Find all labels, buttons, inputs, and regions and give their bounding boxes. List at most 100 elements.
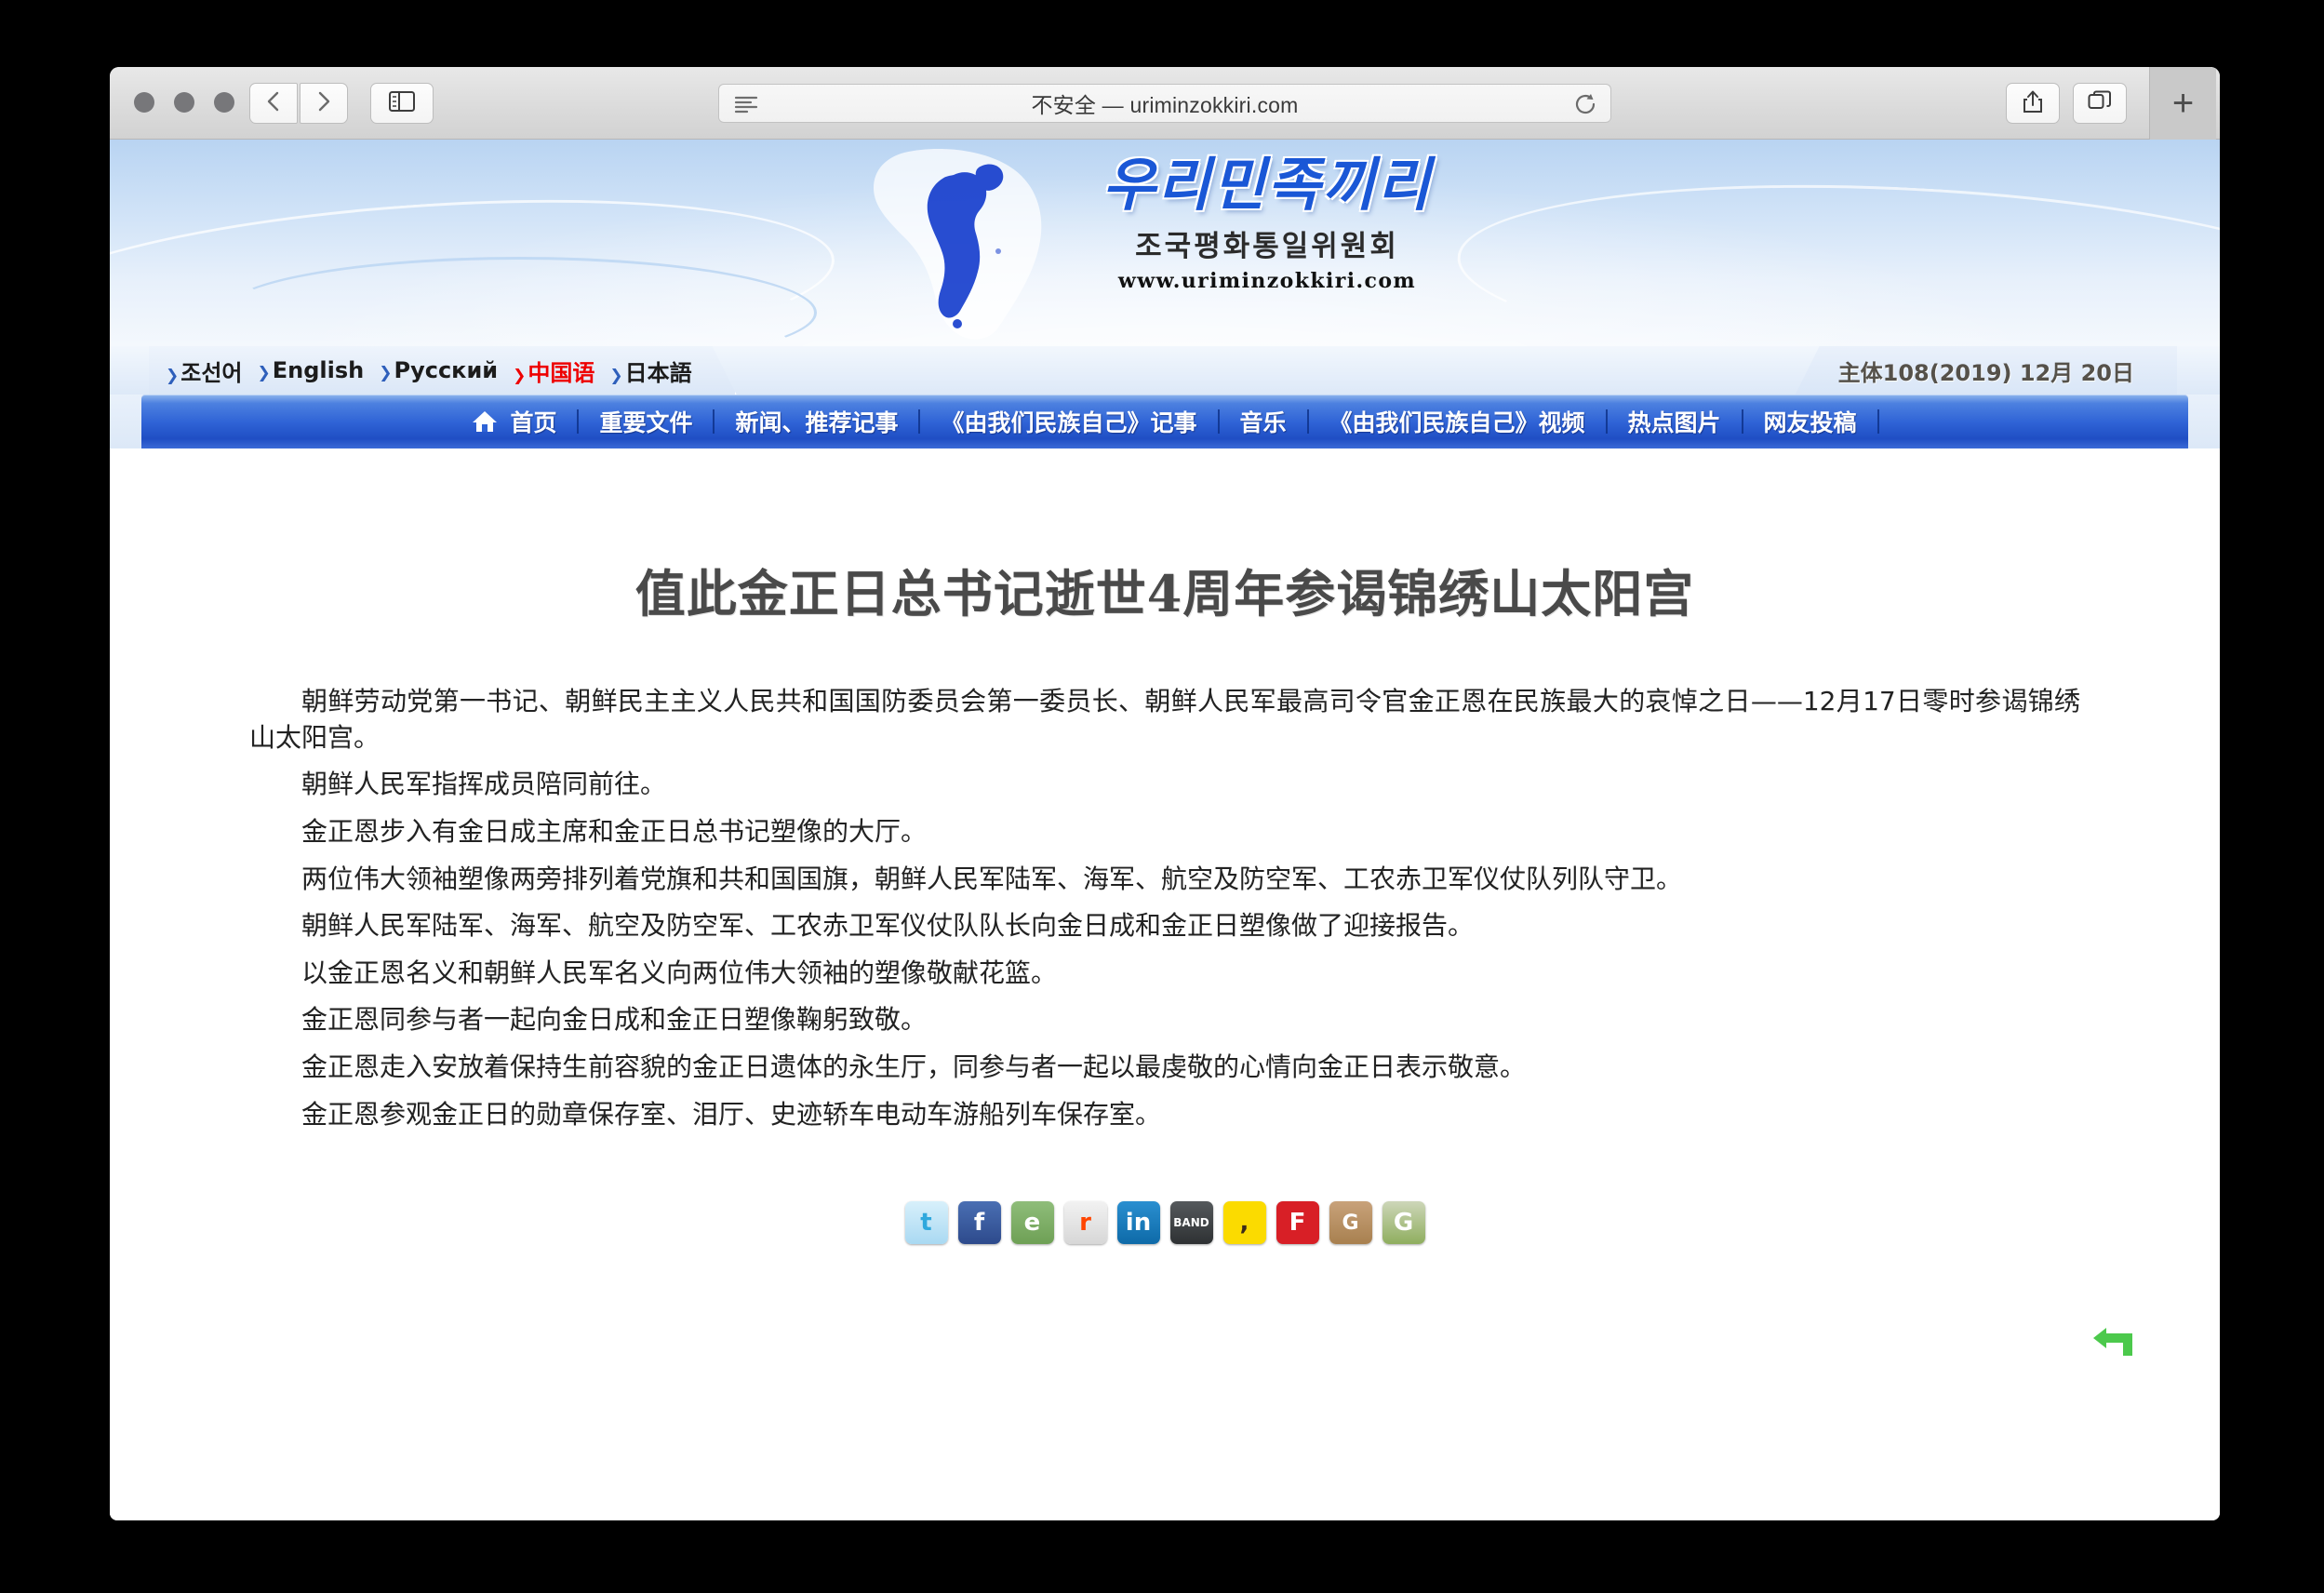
reddit-glyph: r: [1079, 1209, 1091, 1238]
evernote-glyph: e: [1023, 1209, 1041, 1238]
language-tab-korean[interactable]: ❯ 조선어: [166, 355, 243, 387]
site-logo[interactable]: 우리민족끼리 조국평화통일위원회 www.uriminzokkiri.com: [1102, 154, 1432, 293]
nav-separator: [1217, 409, 1220, 434]
band-glyph: BAND: [1173, 1216, 1209, 1230]
more-glyph: G: [1393, 1209, 1414, 1238]
language-tab-english[interactable]: ❯ English: [258, 357, 365, 383]
kakaostory-glyph: ,: [1239, 1209, 1249, 1238]
nav-item-important-documents[interactable]: 重要文件: [579, 405, 713, 438]
article-body: 朝鲜劳动党第一书记、朝鲜民主主义人民共和国国防委员会第一委员长、朝鲜人民军最高司…: [212, 684, 2117, 1132]
maximize-window-button[interactable]: [214, 92, 234, 113]
language-tabs: ❯ 조선어 ❯ English ❯ Русский ❯ 中国语 ❯ 日本語: [149, 346, 737, 395]
plus-icon: +: [2171, 83, 2195, 124]
chevron-right-icon: [314, 88, 333, 119]
article-paragraph: 金正恩同参与者一起向金日成和金正日塑像鞠躬致敬。: [301, 1004, 928, 1036]
korea-map-icon: [816, 141, 1123, 346]
nav-item-submissions[interactable]: 网友投稿: [1743, 405, 1877, 438]
article-paragraph: 朝鲜人民军陆军、海军、航空及防空军、工农赤卫军仪仗队队长向金日成和金正日塑像做了…: [301, 910, 1475, 942]
nav-item-label: 热点图片: [1627, 409, 1721, 436]
reload-button[interactable]: [1573, 92, 1597, 121]
close-window-button[interactable]: [134, 92, 154, 113]
back-button[interactable]: [249, 83, 298, 124]
google-share-icon[interactable]: G: [1329, 1201, 1372, 1245]
language-tab-label: 日本語: [624, 359, 692, 386]
bullet-icon: ❯: [166, 366, 180, 385]
site-banner: 우리민족끼리 조국평화통일위원회 www.uriminzokkiri.com: [110, 140, 2220, 346]
site-logo-subtitle: 조국평화통일위원회: [1135, 229, 1399, 263]
nav-item-home[interactable]: 首页: [450, 405, 577, 438]
nav-separator: [1741, 409, 1743, 434]
language-tab-label: English: [272, 357, 365, 383]
date-display: 主体108(2019) 12月 20日: [1795, 346, 2177, 395]
bullet-icon: ❯: [609, 366, 623, 385]
nav-separator: [1306, 409, 1309, 434]
bullet-icon: ❯: [379, 364, 393, 382]
nav-item-video[interactable]: 《由我们民族自己》视频: [1309, 405, 1606, 438]
nav-separator: [918, 409, 921, 434]
nav-item-photos[interactable]: 热点图片: [1608, 405, 1742, 438]
share-button[interactable]: [2006, 83, 2060, 124]
nav-item-label: 《由我们民族自己》记事: [941, 409, 1197, 436]
nav-item-articles[interactable]: 《由我们民族自己》记事: [920, 405, 1217, 438]
article-paragraph: 金正恩步入有金日成主席和金正日总书记塑像的大厅。: [301, 815, 928, 847]
window-controls: [134, 92, 234, 113]
site-logo-title: 우리민족끼리: [1102, 151, 1433, 219]
twitter-share-icon[interactable]: t: [904, 1201, 948, 1245]
article-paragraph: 以金正恩名义和朝鲜人民军名义向两位伟大领袖的塑像敬献花篮。: [301, 957, 1058, 988]
evernote-share-icon[interactable]: e: [1010, 1201, 1054, 1245]
site-logo-url: www.uriminzokkiri.com: [1117, 268, 1417, 293]
linkedin-share-icon[interactable]: in: [1116, 1201, 1160, 1245]
sidebar-icon: [389, 90, 415, 116]
new-tab-button[interactable]: +: [2149, 67, 2216, 140]
web-page: 우리민족끼리 조국평화통일위원회 www.uriminzokkiri.com ❯…: [110, 140, 2220, 1520]
nav-item-music[interactable]: 音乐: [1220, 405, 1307, 438]
language-tab-label: Русский: [394, 357, 499, 383]
nav-item-label: 音乐: [1239, 409, 1287, 436]
nav-item-label: 网友投稿: [1763, 409, 1857, 436]
band-share-icon[interactable]: BAND: [1169, 1201, 1213, 1245]
sidebar-toggle-button[interactable]: [370, 83, 434, 124]
nav-item-label: 首页: [510, 409, 557, 436]
nav-item-label: 《由我们民族自己》视频: [1329, 409, 1585, 436]
address-bar[interactable]: 不安全 — uriminzokkiri.com: [718, 84, 1611, 123]
nav-separator: [1605, 409, 1608, 434]
nav-item-label: 重要文件: [599, 409, 693, 436]
forward-button[interactable]: [300, 83, 348, 124]
main-navigation: 首页 重要文件 新闻、推荐记事 《由我们民族自己》记事 音乐 《由我们民族自己》…: [141, 395, 2188, 448]
article-paragraph: 两位伟大领袖塑像两旁排列着党旗和共和国国旗，朝鲜人民军陆军、海军、航空及防空军、…: [301, 863, 1683, 894]
browser-window: 不安全 — uriminzokkiri.com + 우리민족끼리 조국평화통일위…: [110, 67, 2220, 1520]
flipboard-glyph: F: [1289, 1209, 1306, 1238]
language-tab-chinese[interactable]: ❯ 中国语: [513, 355, 594, 387]
nav-item-news[interactable]: 新闻、推荐记事: [715, 405, 918, 438]
banner-swoosh-decoration: [1452, 164, 2220, 346]
facebook-share-icon[interactable]: f: [957, 1201, 1001, 1245]
flipboard-share-icon[interactable]: F: [1276, 1201, 1319, 1245]
google-glyph: G: [1342, 1211, 1359, 1235]
main-navigation-wrapper: 首页 重要文件 新闻、推荐记事 《由我们民族自己》记事 音乐 《由我们民族自己》…: [110, 395, 2220, 448]
language-tab-label: 中国语: [528, 359, 595, 386]
more-share-icon[interactable]: G: [1382, 1201, 1425, 1245]
reddit-share-icon[interactable]: r: [1063, 1201, 1107, 1245]
back-arrow-icon[interactable]: [2091, 1324, 2140, 1372]
reader-view-icon[interactable]: [734, 95, 758, 118]
tab-overview-icon: [2088, 90, 2112, 117]
nav-separator: [1877, 409, 1879, 434]
share-icon: [2022, 89, 2044, 118]
article-paragraph: 金正恩走入安放着保持生前容貌的金正日遗体的永生厅，同参与者一起以最虔敬的心情向金…: [301, 1051, 1527, 1082]
tab-overview-button[interactable]: [2073, 83, 2127, 124]
bullet-icon: ❯: [257, 364, 271, 382]
article-headline: 值此金正日总书记逝世4周年参谒锦绣山太阳宫: [634, 564, 1695, 623]
home-icon: [471, 408, 499, 435]
language-tab-japanese[interactable]: ❯ 日本語: [609, 355, 691, 387]
article: 值此金正日总书记逝世4周年参谒锦绣山太阳宫 朝鲜劳动党第一书记、朝鲜民主主义人民…: [110, 553, 2220, 1245]
date-text: 主体108(2019) 12月 20日: [1837, 359, 2134, 386]
language-tab-russian[interactable]: ❯ Русский: [379, 357, 498, 383]
social-share-row: t f e r in BAND , F G G: [212, 1201, 2117, 1245]
minimize-window-button[interactable]: [174, 92, 194, 113]
language-tab-label: 조선어: [180, 359, 243, 386]
twitter-glyph: t: [920, 1209, 932, 1238]
kakaostory-share-icon[interactable]: ,: [1222, 1201, 1266, 1245]
bullet-icon: ❯: [513, 366, 527, 385]
linkedin-glyph: in: [1125, 1209, 1152, 1238]
article-paragraph: 朝鲜人民军指挥成员陪同前往。: [301, 769, 667, 800]
